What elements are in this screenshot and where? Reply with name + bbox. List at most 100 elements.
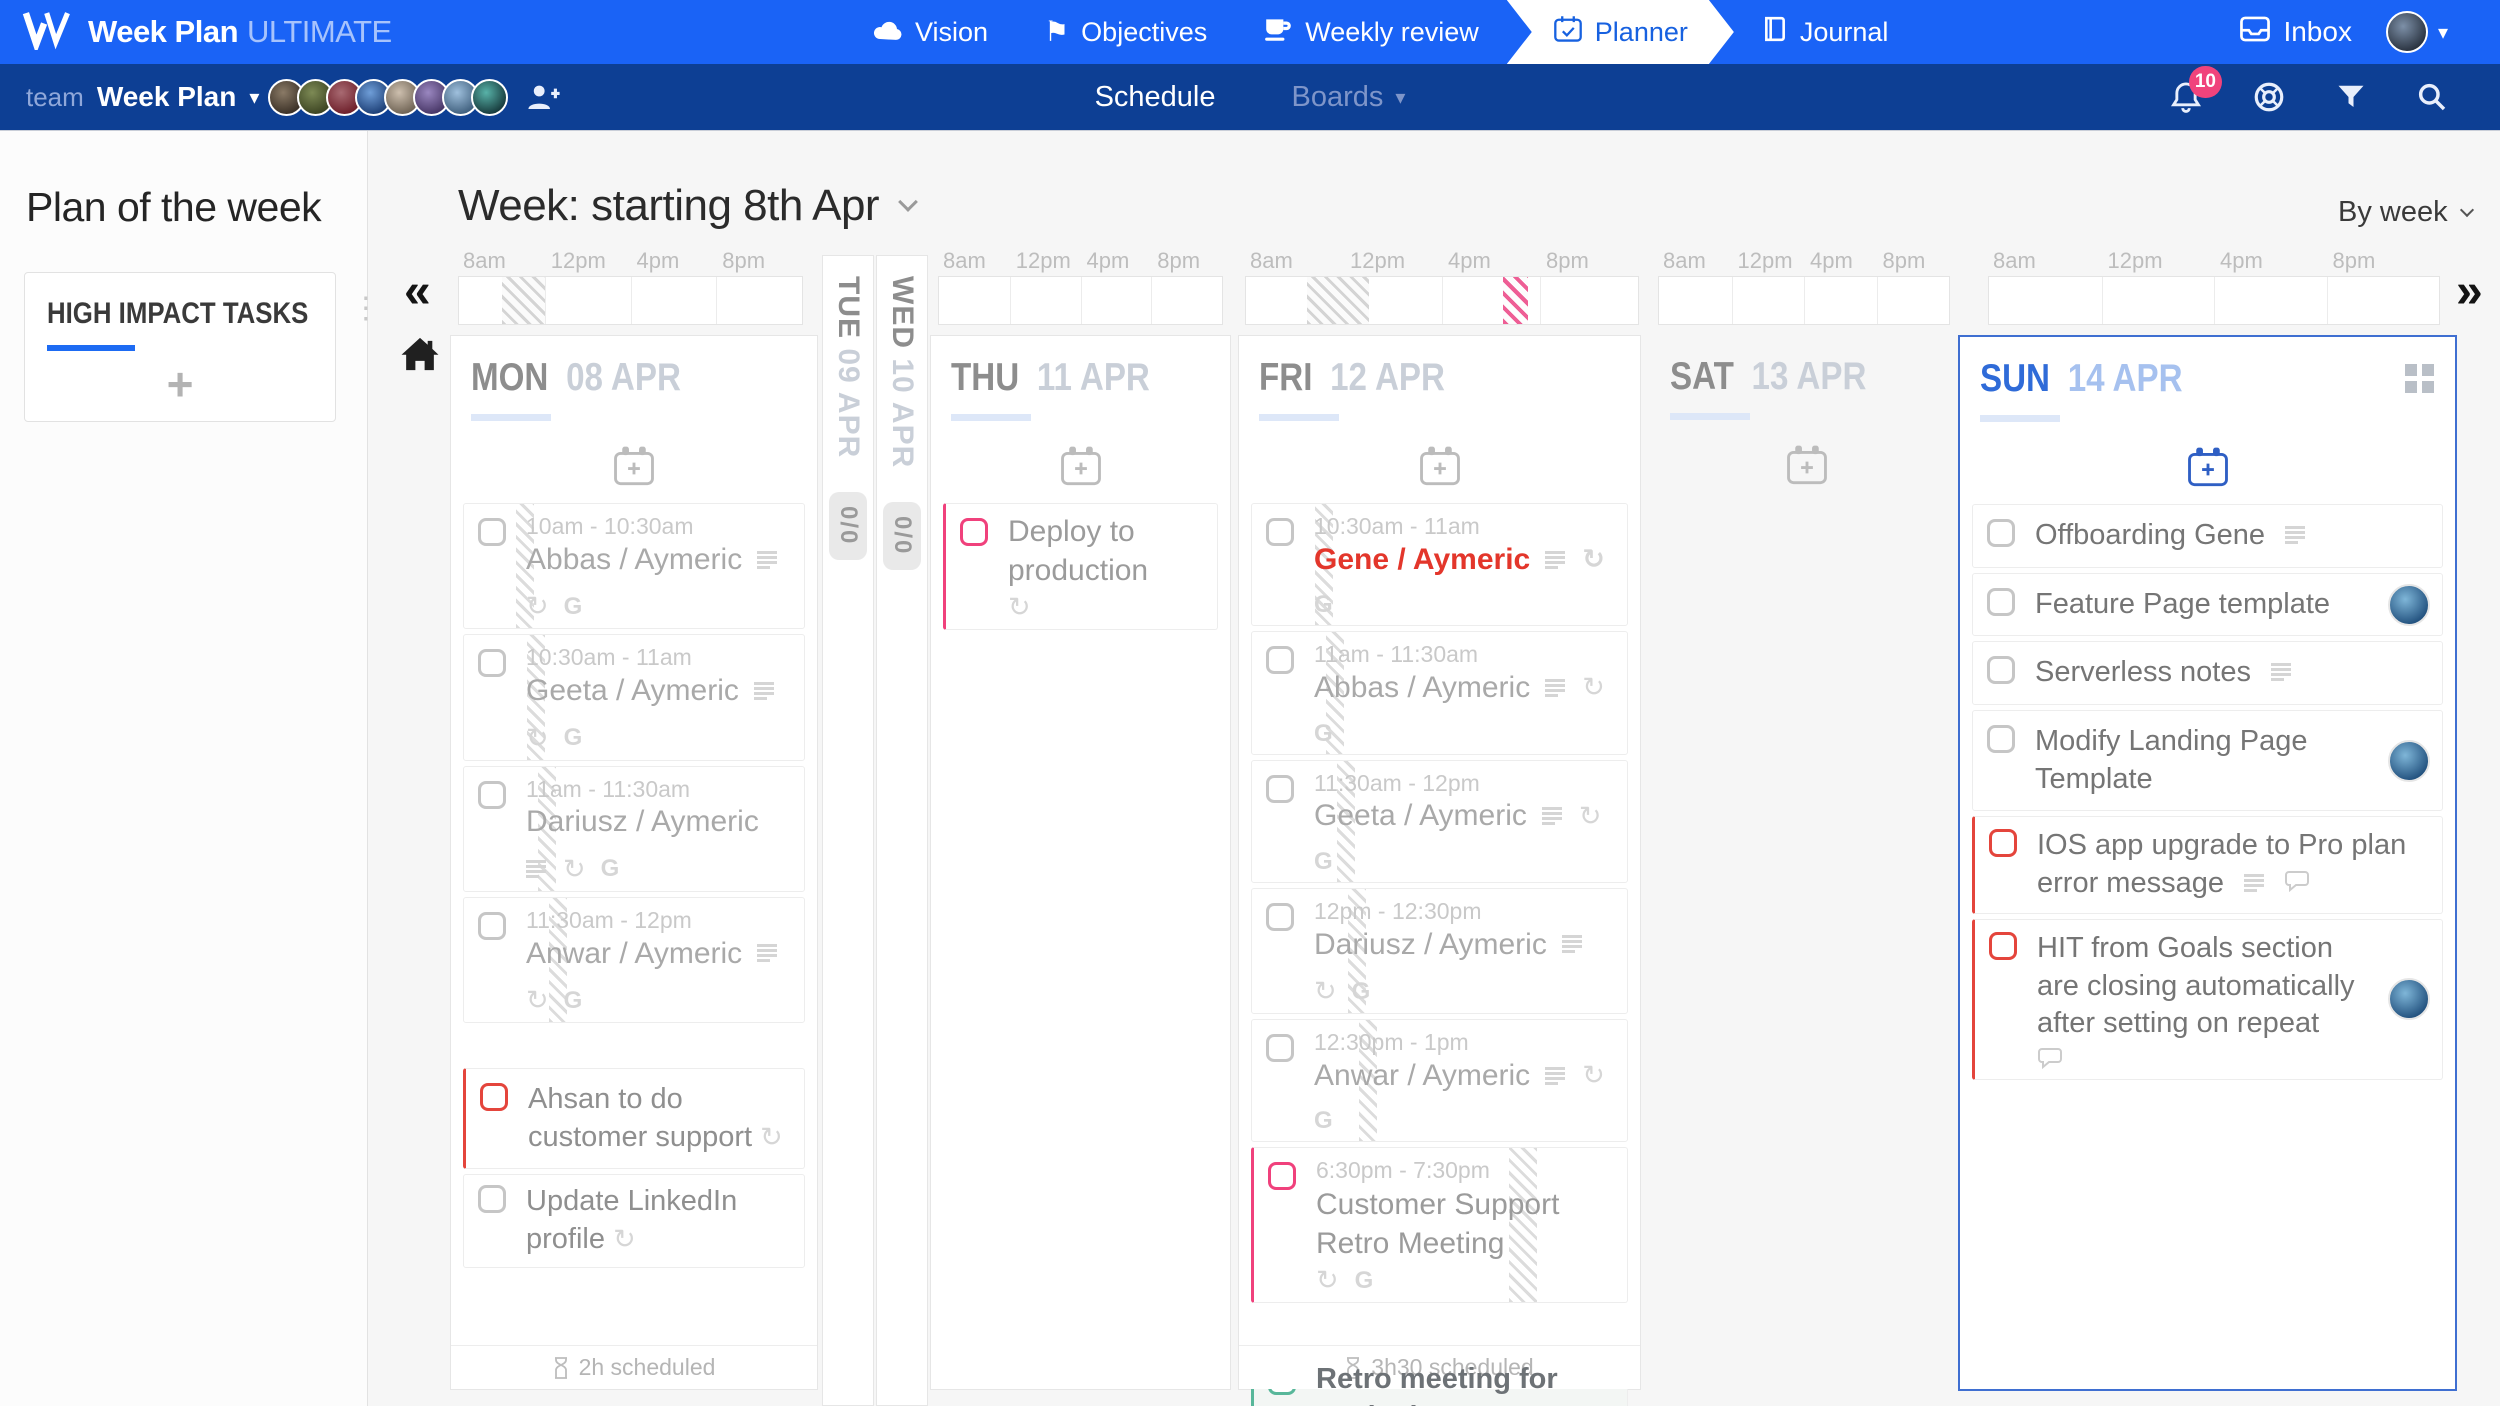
notes-icon	[1545, 1067, 1567, 1085]
view-selector[interactable]: By week	[2338, 196, 2472, 229]
task-checkbox[interactable]	[960, 518, 988, 546]
add-event-button[interactable]	[1960, 446, 2455, 488]
task-checkbox[interactable]	[1266, 1034, 1294, 1062]
member-avatar[interactable]	[471, 79, 508, 116]
google-calendar-icon: G	[1314, 593, 1333, 617]
task-checkbox[interactable]	[1268, 1162, 1296, 1190]
repeat-icon: ↻	[1008, 594, 1031, 621]
task-checkbox[interactable]	[478, 781, 506, 809]
day-underline	[1670, 413, 1750, 420]
notes-icon	[1545, 551, 1567, 569]
task-checkbox[interactable]	[1987, 519, 2015, 547]
task-card[interactable]: Offboarding Gene	[1972, 504, 2443, 568]
logo-icon	[22, 10, 74, 55]
task-card[interactable]: Modify Landing Page Template	[1972, 710, 2443, 811]
google-calendar-icon: G	[564, 989, 583, 1013]
scheduled-block	[1307, 277, 1369, 324]
task-card[interactable]: HIT from Goals section are closing autom…	[1972, 919, 2443, 1080]
task-card[interactable]: Ahsan to do customer support ↻	[463, 1068, 805, 1169]
task-card[interactable]: Update LinkedIn profile ↻	[463, 1174, 805, 1267]
task-checkbox[interactable]	[1266, 518, 1294, 546]
task-card[interactable]: Feature Page template	[1972, 573, 2443, 637]
funnel-icon	[2336, 82, 2366, 112]
notifications-button[interactable]: 10	[2170, 80, 2202, 114]
comment-icon	[2037, 1047, 2063, 1069]
team-selector[interactable]: team Week Plan ▾	[26, 64, 259, 130]
google-calendar-icon: G	[1314, 1109, 1333, 1133]
view-tabs: Schedule Boards ▾	[1095, 64, 1406, 130]
nav-planner[interactable]: Planner	[1507, 0, 1734, 64]
task-checkbox[interactable]	[478, 649, 506, 677]
calendar-plus-icon	[2186, 446, 2230, 488]
filter-button[interactable]	[2336, 82, 2366, 112]
task-card[interactable]: 11am - 11:30am Abbas / Aymeric ↻ G	[1251, 631, 1628, 754]
task-card[interactable]: 6:30pm - 7:30pm Customer Support Retro M…	[1251, 1147, 1628, 1303]
add-event-button[interactable]	[1239, 445, 1640, 487]
add-member-button[interactable]	[526, 82, 562, 112]
tab-schedule[interactable]: Schedule	[1095, 81, 1216, 114]
task-card[interactable]: Serverless notes	[1972, 641, 2443, 705]
kebab-menu-icon[interactable]: ⋮	[351, 297, 381, 321]
user-menu[interactable]: ▾	[2386, 11, 2448, 53]
team-member-avatars	[268, 64, 562, 130]
nav-vision[interactable]: Vision	[843, 0, 1016, 64]
task-checkbox[interactable]	[478, 912, 506, 940]
nav-journal[interactable]: Journal	[1734, 0, 1917, 64]
flag-icon: ⚑	[1044, 18, 1069, 46]
task-card[interactable]: 12pm - 12:30pm Dariusz / Aymeric ↻ G	[1251, 888, 1628, 1014]
scheduled-block	[502, 277, 545, 324]
scroll-left-button[interactable]: «	[404, 268, 431, 316]
chevron-down-icon: ▾	[2438, 20, 2448, 45]
sidebar: Plan of the week HIGH IMPACT TASKS ⋮ +	[0, 130, 368, 1406]
task-checkbox[interactable]	[478, 1185, 506, 1213]
brand-plan-suffix: ULTIMATE	[247, 14, 392, 50]
task-checkbox[interactable]	[1987, 725, 2015, 753]
task-card[interactable]: Deploy to production ↻	[943, 503, 1218, 630]
help-button[interactable]	[2252, 80, 2286, 114]
add-event-button[interactable]	[451, 445, 817, 487]
high-impact-tasks-card: HIGH IMPACT TASKS ⋮ +	[24, 272, 336, 422]
week-picker-chevron-icon[interactable]	[898, 192, 918, 212]
day-column-tue-collapsed[interactable]: TUE 09 APR 0/0	[822, 255, 874, 1406]
add-task-button[interactable]: +	[25, 361, 335, 407]
nav-weekly-review[interactable]: Weekly review	[1235, 0, 1507, 64]
task-card[interactable]: 12:30pm - 1pm Anwar / Aymeric ↻ G	[1251, 1019, 1628, 1142]
google-calendar-icon: G	[1314, 722, 1333, 746]
scroll-right-button[interactable]: »	[2456, 268, 2483, 316]
assignee-avatar	[2388, 978, 2430, 1020]
add-event-button[interactable]	[1650, 444, 1963, 486]
task-checkbox[interactable]	[1266, 646, 1294, 674]
task-checkbox[interactable]	[1989, 829, 2017, 857]
brand[interactable]: Week Plan ULTIMATE	[22, 10, 392, 55]
search-button[interactable]	[2416, 81, 2448, 113]
search-icon	[2416, 81, 2448, 113]
day-column-wed-collapsed[interactable]: WED 10 APR 0/0	[876, 255, 928, 1406]
home-button[interactable]	[400, 336, 440, 377]
task-checkbox[interactable]	[1266, 775, 1294, 803]
grid-view-button[interactable]	[2405, 363, 2435, 393]
task-card[interactable]: 10:30am - 11am Gene / Aymeric ↻ G	[1251, 503, 1628, 626]
task-card[interactable]: 10am - 10:30am Abbas / Aymeric ↻ G	[463, 503, 805, 629]
timeline-fri: 8am 12pm 4pm 8pm	[1245, 276, 1639, 325]
repeat-icon: ↻	[1582, 546, 1605, 573]
task-card[interactable]: IOS app upgrade to Pro plan error messag…	[1972, 816, 2443, 913]
task-checkbox[interactable]	[1266, 903, 1294, 931]
task-card[interactable]: 11:30am - 12pm Anwar / Aymeric ↻ G	[463, 897, 805, 1023]
task-checkbox[interactable]	[1987, 588, 2015, 616]
task-card[interactable]: 10:30am - 11am Geeta / Aymeric ↻ G	[463, 634, 805, 760]
google-calendar-icon: G	[564, 595, 583, 619]
add-event-button[interactable]	[931, 445, 1230, 487]
task-checkbox[interactable]	[480, 1083, 508, 1111]
task-checkbox[interactable]	[478, 518, 506, 546]
inbox-link[interactable]: Inbox	[2239, 15, 2352, 50]
nav-objectives[interactable]: ⚑ Objectives	[1016, 0, 1235, 64]
task-card[interactable]: 11am - 11:30am Dariusz / Aymeric ↻ G	[463, 766, 805, 892]
task-checkbox[interactable]	[1987, 656, 2015, 684]
calendar-plus-icon	[1785, 444, 1829, 486]
google-calendar-icon: G	[1352, 980, 1371, 1004]
tab-boards[interactable]: Boards ▾	[1292, 81, 1406, 114]
task-card[interactable]: 11:30am - 12pm Geeta / Aymeric ↻ G	[1251, 760, 1628, 883]
task-checkbox[interactable]	[1989, 932, 2017, 960]
timeline-mon: 8am 12pm 4pm 8pm	[458, 276, 803, 325]
team-bar: team Week Plan ▾ Schedule Boards ▾	[0, 64, 2500, 130]
